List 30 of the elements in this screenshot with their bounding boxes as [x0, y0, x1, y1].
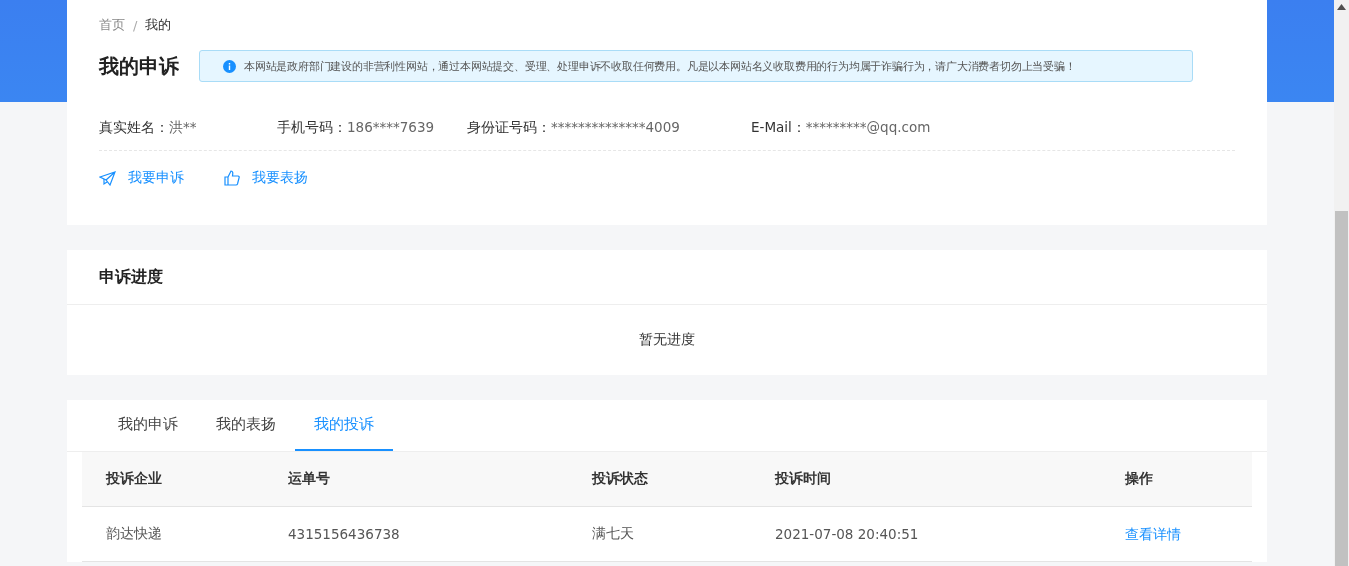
breadcrumb-item[interactable]: 首页 [99, 16, 125, 34]
details-link[interactable]: 查看详情 [1125, 526, 1181, 542]
column-header: 操作 [1125, 470, 1154, 488]
table-cell-text: 满七天 [592, 525, 635, 543]
thumbs-up-icon [224, 170, 240, 186]
profile-field: 手机号码：186****7639 [277, 119, 467, 137]
profile-field: E-Mail：*********@qq.com [751, 119, 951, 137]
column-header: 投诉企业 [105, 470, 163, 488]
column-header: 投诉状态 [592, 470, 649, 488]
breadcrumb-item: 我的 [145, 16, 172, 34]
table-cell-text: 4315156436738 [288, 526, 401, 542]
paper-plane-icon [99, 170, 116, 186]
breadcrumb-separator: / [133, 17, 138, 33]
profile-field: 真实姓名：洪** [99, 119, 277, 137]
scrollbar[interactable] [1334, 0, 1349, 566]
column-header: 投诉时间 [775, 470, 832, 488]
profile-field: 身份证号码：**************4009 [467, 119, 751, 137]
notice-text: 本网站是政府部门建设的非营利性网站，通过本网站提交、受理、处理申诉不收取任何费用。凡是以本网站名义收取费用的行为均属于诈骗行为，请广大消费者切勿上当受骗！ [244, 58, 1076, 74]
section-title: 申诉进度 [99, 266, 163, 288]
page-title: 我的申诉 [99, 52, 179, 80]
scroll-up-icon[interactable] [1337, 4, 1346, 10]
table-cell-text: 韵达快递 [105, 525, 163, 543]
action-link[interactable]: 我要申诉 [99, 169, 184, 187]
action-link[interactable]: 我要表扬 [224, 169, 308, 187]
table-cell-text: 2021-07-08 20:40:51 [775, 526, 920, 542]
tab[interactable]: 我的表扬 [197, 400, 295, 451]
column-header: 运单号 [288, 470, 331, 488]
tab[interactable]: 我的申诉 [99, 400, 197, 451]
info-icon [223, 59, 236, 73]
empty-message: 暂无进度 [639, 331, 695, 349]
